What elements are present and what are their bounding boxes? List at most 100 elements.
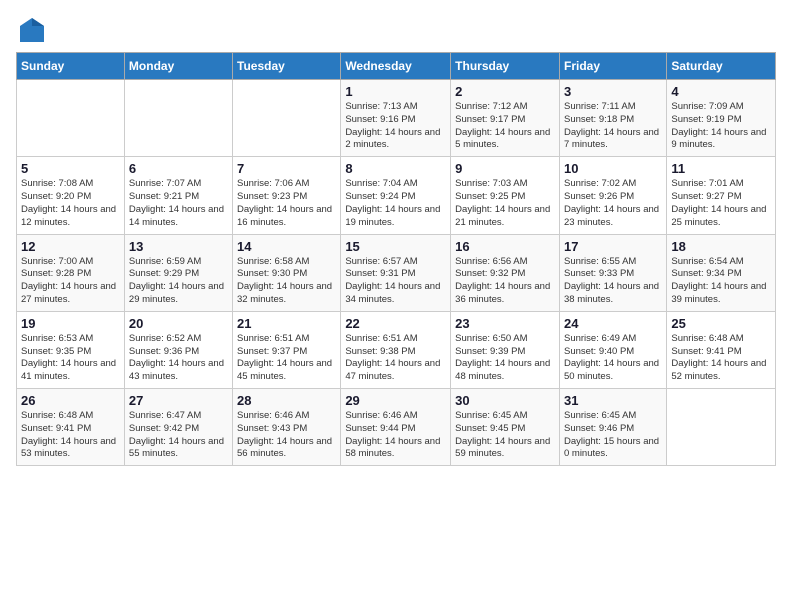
calendar-cell: 31 Sunrise: 6:45 AM Sunset: 9:46 PM Dayli… (559, 389, 666, 466)
day-number: 4 (671, 84, 771, 99)
day-number: 12 (21, 239, 120, 254)
day-info: Sunrise: 6:51 AM Sunset: 9:38 PM Dayligh… (345, 333, 446, 384)
day-number: 21 (237, 316, 336, 331)
calendar-week-4: 19 Sunrise: 6:53 AM Sunset: 9:35 PM Dayli… (17, 311, 776, 388)
day-info: Sunrise: 6:59 AM Sunset: 9:29 PM Dayligh… (129, 256, 228, 307)
weekday-row: SundayMondayTuesdayWednesdayThursdayFrid… (17, 53, 776, 80)
day-info: Sunrise: 6:57 AM Sunset: 9:31 PM Dayligh… (345, 256, 446, 307)
day-number: 24 (564, 316, 662, 331)
weekday-header-sunday: Sunday (17, 53, 125, 80)
calendar-cell: 6 Sunrise: 7:07 AM Sunset: 9:21 PM Daylig… (124, 157, 232, 234)
calendar-cell (667, 389, 776, 466)
day-info: Sunrise: 7:00 AM Sunset: 9:28 PM Dayligh… (21, 256, 120, 307)
day-number: 10 (564, 161, 662, 176)
logo-icon (18, 16, 46, 44)
calendar-cell: 11 Sunrise: 7:01 AM Sunset: 9:27 PM Dayli… (667, 157, 776, 234)
day-info: Sunrise: 6:56 AM Sunset: 9:32 PM Dayligh… (455, 256, 555, 307)
calendar-cell: 16Sunrise: 6:56 AM Sunset: 9:32 PM Dayli… (451, 234, 560, 311)
day-info: Sunrise: 7:06 AM Sunset: 9:23 PM Dayligh… (237, 178, 336, 229)
calendar-cell: 23 Sunrise: 6:50 AM Sunset: 9:39 PM Dayli… (451, 311, 560, 388)
day-info: Sunrise: 6:47 AM Sunset: 9:42 PM Dayligh… (129, 410, 228, 461)
day-number: 30 (455, 393, 555, 408)
calendar-cell: 15Sunrise: 6:57 AM Sunset: 9:31 PM Dayli… (341, 234, 451, 311)
logo (16, 16, 46, 44)
day-info: Sunrise: 6:50 AM Sunset: 9:39 PM Dayligh… (455, 333, 555, 384)
day-info: Sunrise: 7:04 AM Sunset: 9:24 PM Dayligh… (345, 178, 446, 229)
calendar-cell: 26 Sunrise: 6:48 AM Sunset: 9:41 PM Dayli… (17, 389, 125, 466)
day-number: 22 (345, 316, 446, 331)
weekday-header-thursday: Thursday (451, 53, 560, 80)
day-info: Sunrise: 6:45 AM Sunset: 9:45 PM Dayligh… (455, 410, 555, 461)
weekday-header-saturday: Saturday (667, 53, 776, 80)
weekday-header-wednesday: Wednesday (341, 53, 451, 80)
calendar-cell: 20Sunrise: 6:52 AM Sunset: 9:36 PM Dayli… (124, 311, 232, 388)
weekday-header-monday: Monday (124, 53, 232, 80)
day-info: Sunrise: 6:46 AM Sunset: 9:44 PM Dayligh… (345, 410, 446, 461)
calendar-week-1: 1Sunrise: 7:13 AM Sunset: 9:16 PM Daylig… (17, 80, 776, 157)
calendar-cell: 3Sunrise: 7:11 AM Sunset: 9:18 PM Daylig… (559, 80, 666, 157)
calendar-cell: 19 Sunrise: 6:53 AM Sunset: 9:35 PM Dayli… (17, 311, 125, 388)
day-number: 27 (129, 393, 228, 408)
calendar-cell: 7Sunrise: 7:06 AM Sunset: 9:23 PM Daylig… (233, 157, 341, 234)
calendar-cell: 28Sunrise: 6:46 AM Sunset: 9:43 PM Dayli… (233, 389, 341, 466)
calendar-cell: 2 Sunrise: 7:12 AM Sunset: 9:17 PM Daylig… (451, 80, 560, 157)
day-number: 2 (455, 84, 555, 99)
calendar-cell: 12 Sunrise: 7:00 AM Sunset: 9:28 PM Dayli… (17, 234, 125, 311)
day-info: Sunrise: 6:52 AM Sunset: 9:36 PM Dayligh… (129, 333, 228, 384)
day-number: 29 (345, 393, 446, 408)
calendar-cell: 10Sunrise: 7:02 AM Sunset: 9:26 PM Dayli… (559, 157, 666, 234)
day-info: Sunrise: 7:01 AM Sunset: 9:27 PM Dayligh… (671, 178, 771, 229)
day-info: Sunrise: 6:45 AM Sunset: 9:46 PM Dayligh… (564, 410, 662, 461)
calendar-cell: 25 Sunrise: 6:48 AM Sunset: 9:41 PM Dayli… (667, 311, 776, 388)
calendar-cell: 22 Sunrise: 6:51 AM Sunset: 9:38 PM Dayli… (341, 311, 451, 388)
day-info: Sunrise: 7:13 AM Sunset: 9:16 PM Dayligh… (345, 101, 446, 152)
calendar-cell: 17 Sunrise: 6:55 AM Sunset: 9:33 PM Dayli… (559, 234, 666, 311)
calendar-cell: 5Sunrise: 7:08 AM Sunset: 9:20 PM Daylig… (17, 157, 125, 234)
calendar-cell (17, 80, 125, 157)
day-info: Sunrise: 6:46 AM Sunset: 9:43 PM Dayligh… (237, 410, 336, 461)
calendar-cell: 21Sunrise: 6:51 AM Sunset: 9:37 PM Dayli… (233, 311, 341, 388)
day-number: 14 (237, 239, 336, 254)
day-number: 8 (345, 161, 446, 176)
day-info: Sunrise: 6:48 AM Sunset: 9:41 PM Dayligh… (21, 410, 120, 461)
day-number: 11 (671, 161, 771, 176)
calendar-cell: 18Sunrise: 6:54 AM Sunset: 9:34 PM Dayli… (667, 234, 776, 311)
day-info: Sunrise: 7:09 AM Sunset: 9:19 PM Dayligh… (671, 101, 771, 152)
day-info: Sunrise: 6:58 AM Sunset: 9:30 PM Dayligh… (237, 256, 336, 307)
weekday-header-tuesday: Tuesday (233, 53, 341, 80)
calendar-cell (233, 80, 341, 157)
weekday-header-friday: Friday (559, 53, 666, 80)
calendar-body: 1Sunrise: 7:13 AM Sunset: 9:16 PM Daylig… (17, 80, 776, 466)
calendar-cell: 30 Sunrise: 6:45 AM Sunset: 9:45 PM Dayli… (451, 389, 560, 466)
calendar-cell: 1Sunrise: 7:13 AM Sunset: 9:16 PM Daylig… (341, 80, 451, 157)
day-info: Sunrise: 7:07 AM Sunset: 9:21 PM Dayligh… (129, 178, 228, 229)
day-number: 13 (129, 239, 228, 254)
day-number: 17 (564, 239, 662, 254)
day-number: 25 (671, 316, 771, 331)
calendar-cell: 27 Sunrise: 6:47 AM Sunset: 9:42 PM Dayli… (124, 389, 232, 466)
day-info: Sunrise: 6:49 AM Sunset: 9:40 PM Dayligh… (564, 333, 662, 384)
day-number: 31 (564, 393, 662, 408)
page-header (16, 16, 776, 44)
day-number: 19 (21, 316, 120, 331)
day-number: 3 (564, 84, 662, 99)
calendar-cell: 4 Sunrise: 7:09 AM Sunset: 9:19 PM Daylig… (667, 80, 776, 157)
calendar-week-5: 26 Sunrise: 6:48 AM Sunset: 9:41 PM Dayli… (17, 389, 776, 466)
day-info: Sunrise: 7:12 AM Sunset: 9:17 PM Dayligh… (455, 101, 555, 152)
calendar-cell: 14 Sunrise: 6:58 AM Sunset: 9:30 PM Dayli… (233, 234, 341, 311)
day-info: Sunrise: 6:55 AM Sunset: 9:33 PM Dayligh… (564, 256, 662, 307)
day-number: 26 (21, 393, 120, 408)
calendar-week-3: 12 Sunrise: 7:00 AM Sunset: 9:28 PM Dayli… (17, 234, 776, 311)
calendar-header: SundayMondayTuesdayWednesdayThursdayFrid… (17, 53, 776, 80)
calendar-cell: 24 Sunrise: 6:49 AM Sunset: 9:40 PM Dayli… (559, 311, 666, 388)
day-info: Sunrise: 6:53 AM Sunset: 9:35 PM Dayligh… (21, 333, 120, 384)
day-number: 23 (455, 316, 555, 331)
day-info: Sunrise: 6:48 AM Sunset: 9:41 PM Dayligh… (671, 333, 771, 384)
calendar-cell (124, 80, 232, 157)
calendar-cell: 8 Sunrise: 7:04 AM Sunset: 9:24 PM Daylig… (341, 157, 451, 234)
calendar-table: SundayMondayTuesdayWednesdayThursdayFrid… (16, 52, 776, 466)
calendar-cell: 29 Sunrise: 6:46 AM Sunset: 9:44 PM Dayli… (341, 389, 451, 466)
day-info: Sunrise: 6:54 AM Sunset: 9:34 PM Dayligh… (671, 256, 771, 307)
day-number: 6 (129, 161, 228, 176)
day-info: Sunrise: 7:08 AM Sunset: 9:20 PM Dayligh… (21, 178, 120, 229)
